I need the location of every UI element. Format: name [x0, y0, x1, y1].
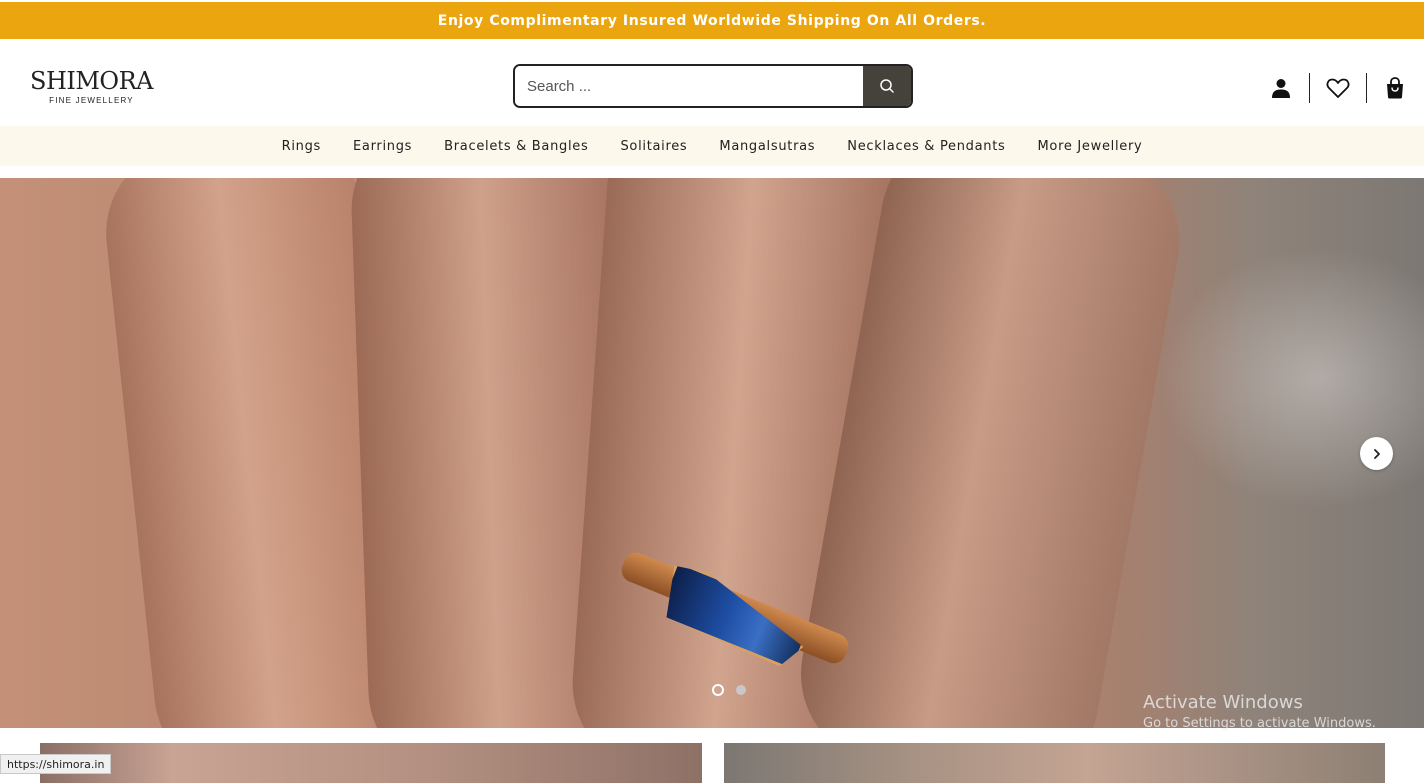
nav-item-bracelets-bangles[interactable]: Bracelets & Bangles	[444, 139, 588, 154]
site-header: SHIMORA FINE JEWELLERY	[0, 39, 1424, 126]
announcement-text: Enjoy Complimentary Insured Worldwide Sh…	[437, 12, 987, 29]
search-icon	[880, 79, 894, 93]
slider-dot-2[interactable]	[736, 685, 746, 695]
heart-icon	[1326, 78, 1350, 98]
watermark-subtitle: Go to Settings to activate Windows.	[1143, 716, 1376, 731]
main-nav: Rings Earrings Bracelets & Bangles Solit…	[0, 126, 1424, 166]
header-icons	[1266, 72, 1410, 104]
nav-item-more-jewellery[interactable]: More Jewellery	[1038, 139, 1143, 154]
cart-button[interactable]	[1380, 73, 1410, 103]
header-divider	[1366, 73, 1367, 103]
announcement-bar: Enjoy Complimentary Insured Worldwide Sh…	[0, 2, 1424, 39]
category-card-right[interactable]	[724, 743, 1385, 783]
search-button[interactable]	[863, 66, 911, 106]
watermark-title: Activate Windows	[1143, 692, 1303, 713]
search-bar	[513, 64, 913, 108]
logo[interactable]: SHIMORA FINE JEWELLERY	[30, 67, 154, 105]
chevron-right-icon	[1373, 448, 1380, 459]
nav-item-mangalsutras[interactable]: Mangalsutras	[719, 139, 815, 154]
hero-banner[interactable]	[0, 178, 1424, 728]
slider-dots	[712, 684, 746, 696]
nav-item-solitaires[interactable]: Solitaires	[620, 139, 687, 154]
logo-brand: SHIMORA	[30, 67, 154, 95]
slider-next-button[interactable]	[1360, 437, 1393, 470]
wishlist-button[interactable]	[1323, 73, 1353, 103]
windows-activation-watermark: Activate Windows Go to Settings to activ…	[1143, 692, 1376, 731]
search-input[interactable]	[515, 66, 863, 106]
status-bar-url: https://shimora.in	[0, 754, 112, 774]
header-divider	[1309, 73, 1310, 103]
user-icon	[1272, 79, 1290, 98]
nav-item-necklaces-pendants[interactable]: Necklaces & Pendants	[847, 139, 1005, 154]
logo-tagline: FINE JEWELLERY	[49, 96, 134, 105]
bag-icon	[1387, 77, 1403, 99]
nav-item-earrings[interactable]: Earrings	[353, 139, 412, 154]
category-card-left[interactable]	[40, 743, 702, 783]
slider-dot-1[interactable]	[712, 684, 724, 696]
account-button[interactable]	[1266, 73, 1296, 103]
nav-item-rings[interactable]: Rings	[282, 139, 321, 154]
